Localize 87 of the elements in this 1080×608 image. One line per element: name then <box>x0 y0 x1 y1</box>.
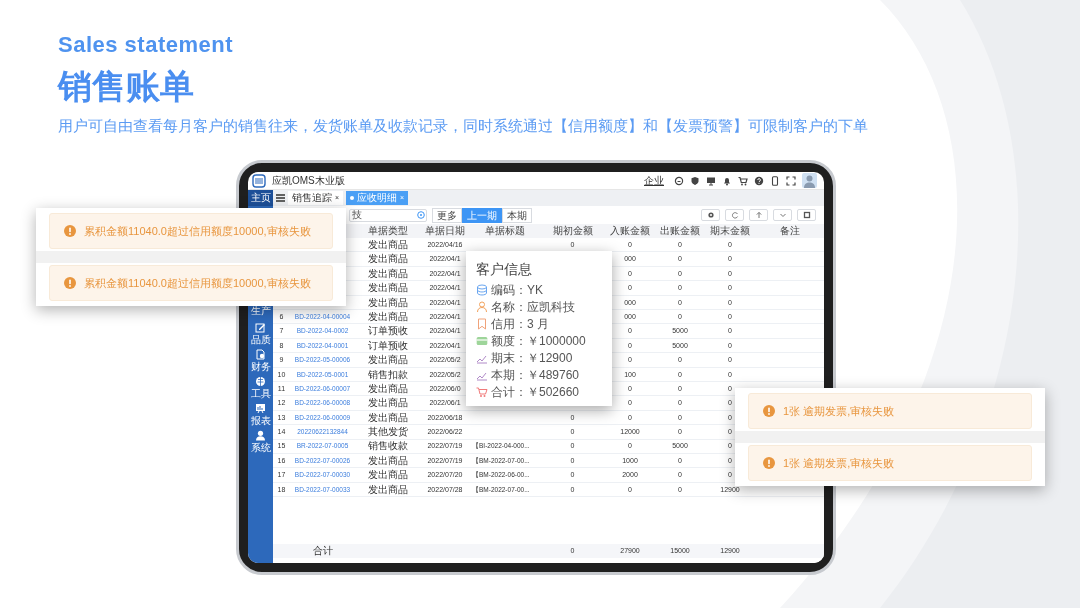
sidebar-item[interactable]: 工具 <box>248 374 273 401</box>
table-cell-text: 合计 <box>311 543 334 558</box>
logo-icon <box>252 173 266 188</box>
alert-text: 累积金额11040.0超过信用额度10000,审核失败 <box>84 223 311 239</box>
section-subtitle: Sales statement <box>58 32 234 58</box>
sidebar-item[interactable]: 生产 <box>248 303 273 318</box>
table-cell-text: 发出商品 <box>366 353 409 368</box>
info-line: 信用：3 月 <box>491 316 549 331</box>
info-line: 期末：￥12900 <box>491 350 573 365</box>
section-title: 销售账单 <box>58 66 194 107</box>
table-cell-text: 发出商品 <box>366 381 409 396</box>
app-title: 应凯OMS木业版 <box>272 174 345 187</box>
search-icon <box>417 211 425 219</box>
sidebar-item[interactable]: 系统 <box>248 428 273 455</box>
column-header: 期末金额 <box>709 224 751 238</box>
sidebar-item[interactable]: 财务 <box>248 347 273 374</box>
avatar-icon[interactable] <box>802 173 818 188</box>
refresh-icon <box>730 211 739 219</box>
table-cell-text: 发出商品 <box>366 468 409 483</box>
user-icon <box>255 430 266 441</box>
globe-icon <box>255 376 266 387</box>
shield-icon[interactable] <box>690 175 700 186</box>
menu-icon[interactable] <box>276 194 285 202</box>
chevron-down-icon <box>778 211 787 219</box>
toolbar-button[interactable] <box>797 209 816 221</box>
column-header: 入账金额 <box>609 224 651 238</box>
table-cell-text: 订单预收 <box>366 324 409 339</box>
table-cell-text: 发出商品 <box>366 453 409 468</box>
column-header: 出账金额 <box>659 224 701 238</box>
sidebar-item[interactable]: 报表 <box>248 401 273 428</box>
card-icon <box>476 334 488 347</box>
warning-icon <box>763 405 775 417</box>
column-header: 期初金额 <box>551 224 594 238</box>
settings-icon <box>706 211 715 219</box>
dot-icon <box>350 196 355 200</box>
info-line: 合计：￥502660 <box>491 384 580 399</box>
table-cell-text: 发出商品 <box>366 295 409 310</box>
table-cell-text: 发出商品 <box>366 396 409 411</box>
alert-text: 1张 逾期发票,审核失败 <box>783 403 895 419</box>
warning-icon <box>64 277 76 289</box>
table-cell-text: 订单预收 <box>366 338 409 353</box>
help-icon[interactable] <box>754 175 764 186</box>
table-cell-text: 其他发货 <box>366 425 409 440</box>
document-icon <box>255 349 266 360</box>
description-text: 用户可自由查看每月客户的销售往来，发货账单及收款记录，同时系统通过【信用额度】和【发票预警】可限制客户的下单 <box>58 117 868 136</box>
cart-icon[interactable] <box>738 175 748 186</box>
info-line: 名称：应凯科技 <box>491 299 575 314</box>
info-line: 本期：￥489760 <box>491 367 580 382</box>
table-cell-text: 发出商品 <box>366 281 409 296</box>
bookmark-icon <box>476 317 488 330</box>
period-button[interactable]: 本期 <box>502 207 532 223</box>
column-header: 单据类型 <box>366 224 409 238</box>
person-icon <box>476 300 488 313</box>
chart-icon <box>255 403 266 414</box>
column-header: 单据日期 <box>424 224 466 238</box>
info-line: 额度：￥1000000 <box>491 333 586 348</box>
sidebar-item[interactable]: 品质 <box>248 320 273 347</box>
sidebar-item[interactable]: 主页 <box>248 190 273 206</box>
table-cell-text: 发出商品 <box>366 410 409 425</box>
edit-icon <box>255 322 266 333</box>
cart-icon <box>476 385 488 398</box>
column-header: 单据标题 <box>484 224 526 238</box>
upload-icon <box>754 211 763 219</box>
bell-icon[interactable] <box>722 175 732 186</box>
monitor-icon[interactable] <box>706 175 716 186</box>
table-cell-text: 发出商品 <box>366 238 409 252</box>
phone-icon[interactable] <box>770 175 780 186</box>
table-cell-text: 发出商品 <box>366 309 409 324</box>
table-cell-text: 发出商品 <box>366 252 409 267</box>
table-cell-text: 销售收款 <box>366 439 409 454</box>
database-icon <box>476 283 488 296</box>
table-cell-text: 发出商品 <box>366 266 409 281</box>
period-button[interactable]: 更多 <box>432 207 462 223</box>
popup-title: 客户信息 <box>476 260 532 279</box>
company-link[interactable]: 企业 <box>644 174 664 187</box>
info-line: 编码：YK <box>491 282 543 297</box>
search-field[interactable]: 技 <box>349 208 427 222</box>
column-header: 备注 <box>778 224 801 238</box>
alert-text: 1张 逾期发票,审核失败 <box>783 455 895 471</box>
period-button[interactable]: 上一期 <box>462 207 502 223</box>
fullscreen-icon[interactable] <box>786 175 796 186</box>
warning-icon <box>763 457 775 469</box>
table-cell-text: 销售扣款 <box>366 367 409 382</box>
table-cell-text: 发出商品 <box>366 482 409 497</box>
alert-text: 累积金额11040.0超过信用额度10000,审核失败 <box>84 275 311 291</box>
toolbar-button[interactable] <box>701 209 720 221</box>
warning-icon <box>64 225 76 237</box>
